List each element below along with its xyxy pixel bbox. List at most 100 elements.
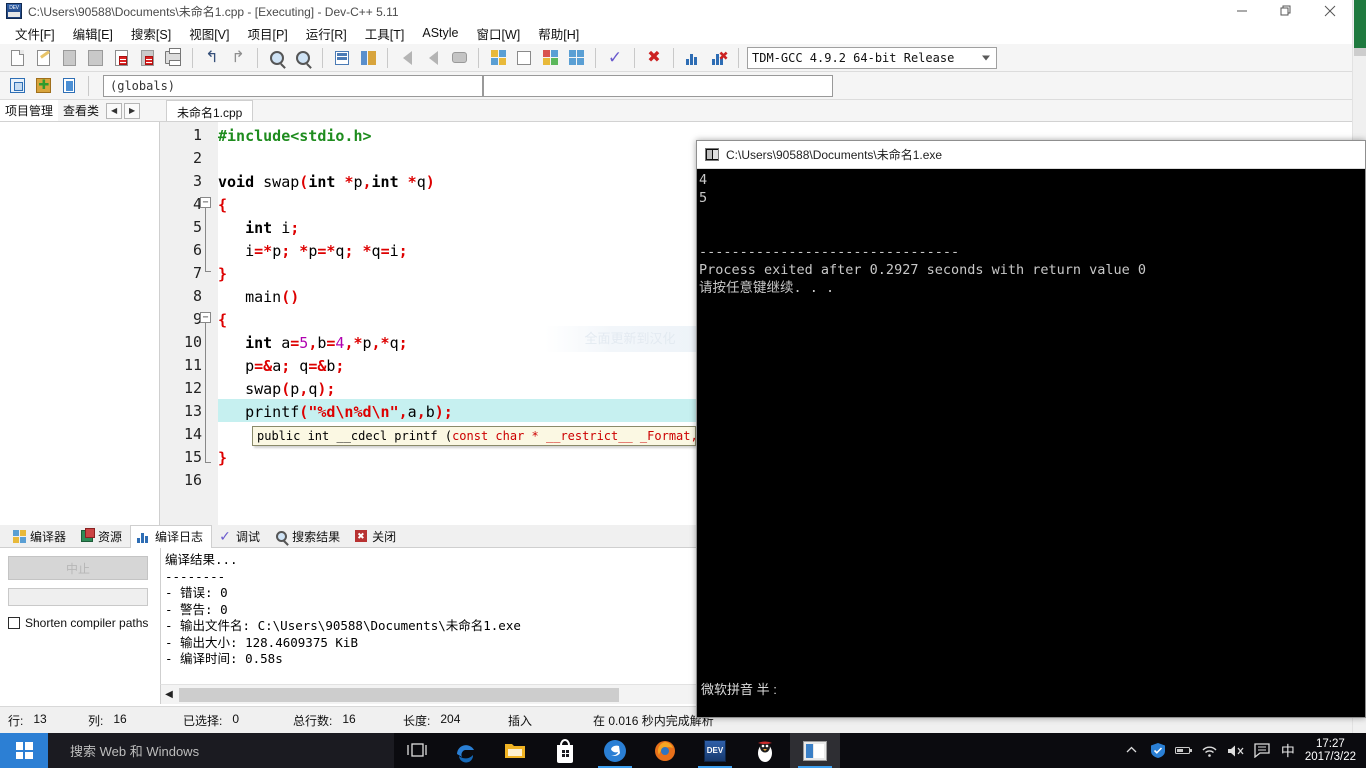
line-number: 16 [183, 471, 202, 489]
redo-icon[interactable]: ↱ [226, 46, 250, 70]
toolbar-separator [192, 47, 193, 68]
taskbar-clock[interactable]: 17:27 2017/3/22 [1301, 738, 1366, 764]
console-output[interactable]: 4 5 -------------------------------- Pro… [697, 169, 1365, 689]
code-line-4: { [218, 196, 228, 214]
tab-class-browser[interactable]: 查看类 [58, 100, 104, 121]
goto-line-icon[interactable] [330, 46, 354, 70]
menu-astyle[interactable]: AStyle [413, 24, 467, 42]
compiler-select-value: TDM-GCC 4.9.2 64-bit Release [752, 50, 955, 65]
tab-compiler[interactable]: 编译器 [6, 525, 74, 548]
tab-project-manager[interactable]: 项目管理 [0, 100, 59, 121]
rebuild-icon[interactable] [564, 46, 588, 70]
editor-watermark: 全面更新到汉化 [545, 326, 715, 352]
tooltip-prefix: public int __cdecl printf ( [257, 429, 453, 443]
scroll-left-arrow-icon[interactable]: ◀ [161, 686, 177, 704]
find-next-icon[interactable] [291, 46, 315, 70]
shorten-paths-row[interactable]: Shorten compiler paths [8, 616, 150, 630]
taskbar-explorer-icon[interactable] [490, 733, 540, 768]
fold-toggle-icon[interactable]: − [200, 197, 211, 208]
volume-mute-icon[interactable] [1223, 733, 1249, 768]
console-line: -------------------------------- [699, 244, 960, 260]
editor-tab-untitled1[interactable]: 未命名1.cpp [166, 100, 254, 121]
menu-view[interactable]: 视图[V] [180, 22, 238, 45]
taskbar-sogou-icon[interactable] [590, 733, 640, 768]
left-panel-prev-button[interactable]: ◀ [106, 102, 123, 119]
save-all-icon[interactable] [83, 46, 107, 70]
menu-run[interactable]: 运行[R] [297, 22, 356, 45]
step-forward-icon[interactable] [421, 46, 445, 70]
compile-run-icon[interactable] [538, 46, 562, 70]
devcpp-app-icon [6, 3, 22, 19]
menu-tools[interactable]: 工具[T] [356, 22, 414, 45]
maximize-restore-button[interactable] [1264, 0, 1308, 22]
remove-from-project-icon[interactable] [57, 74, 81, 98]
run-icon[interactable] [512, 46, 536, 70]
shorten-paths-checkbox[interactable] [8, 617, 20, 629]
syntax-check-icon[interactable]: ✓ [603, 46, 627, 70]
ime-chinese-icon[interactable]: 中 [1275, 733, 1301, 768]
taskbar-devcpp-icon[interactable]: DEV [690, 733, 740, 768]
menu-window[interactable]: 窗口[W] [468, 22, 530, 45]
print-icon[interactable] [161, 46, 185, 70]
scope-select[interactable]: (globals) [103, 74, 483, 97]
new-file-icon[interactable] [5, 46, 29, 70]
security-shield-icon[interactable] [1145, 733, 1171, 768]
battery-icon[interactable] [1171, 733, 1197, 768]
delete-icon[interactable]: ✖ [642, 46, 666, 70]
left-panel-next-button[interactable]: ▶ [124, 102, 141, 119]
menu-file[interactable]: 文件[F] [6, 22, 64, 45]
console-line: 4 [699, 172, 708, 188]
menu-project[interactable]: 项目[P] [238, 22, 296, 45]
stop-icon[interactable] [447, 46, 471, 70]
add-to-project-icon[interactable]: ✚ [31, 74, 55, 98]
open-file-icon[interactable] [31, 46, 55, 70]
toolbar-separator-3 [322, 47, 323, 68]
minimize-button[interactable] [1220, 0, 1264, 22]
abort-button[interactable]: 中止 [8, 556, 148, 580]
step-back-icon[interactable] [395, 46, 419, 70]
tab-close-panel[interactable]: ✖ 关闭 [348, 525, 404, 548]
save-file-icon[interactable] [57, 46, 81, 70]
console-window[interactable]: C:\Users\90588\Documents\未命名1.exe 4 5 --… [696, 140, 1366, 718]
secondary-combo[interactable] [483, 74, 833, 97]
tab-resources[interactable]: 资源 [74, 525, 130, 548]
close-button[interactable] [1308, 0, 1352, 22]
profile-icon[interactable] [681, 46, 705, 70]
taskbar-store-icon[interactable] [540, 733, 590, 768]
menu-help[interactable]: 帮助[H] [529, 22, 588, 45]
menu-search[interactable]: 搜索[S] [122, 22, 180, 45]
line-number: 6 [192, 241, 202, 259]
new-project-icon[interactable] [5, 74, 29, 98]
menu-edit[interactable]: 编辑[E] [64, 22, 122, 45]
find-icon[interactable] [265, 46, 289, 70]
debug-icon[interactable]: ✖ [707, 46, 731, 70]
scrollbar-thumb[interactable] [1354, 0, 1366, 48]
tab-debug[interactable]: ✓ 调试 [212, 525, 268, 548]
taskbar-devcpp-window-icon[interactable] [790, 733, 840, 768]
code-line-13: printf("%d\n%d\n",a,b); [245, 403, 453, 421]
compile-icon[interactable] [486, 46, 510, 70]
indent-icon[interactable] [356, 46, 380, 70]
line-number: 14 [183, 425, 202, 443]
start-button[interactable] [0, 733, 48, 768]
action-center-icon[interactable] [1249, 733, 1275, 768]
fold-toggle-icon-2[interactable]: − [200, 312, 211, 323]
taskbar-firefox-icon[interactable] [640, 733, 690, 768]
wifi-icon[interactable] [1197, 733, 1223, 768]
line-number: 13 [183, 402, 202, 420]
close-file-icon[interactable] [109, 46, 133, 70]
tab-compile-log[interactable]: 编译日志 [130, 524, 213, 548]
taskbar-search-input[interactable]: 搜索 Web 和 Windows [48, 733, 394, 768]
undo-icon[interactable]: ↰ [200, 46, 224, 70]
show-hidden-icons[interactable] [1119, 733, 1145, 768]
compiler-select[interactable]: TDM-GCC 4.9.2 64-bit Release [747, 46, 997, 69]
scrollbar-thumb-secondary[interactable] [1354, 48, 1366, 56]
taskbar-penguin-icon[interactable] [740, 733, 790, 768]
task-view-icon[interactable] [394, 733, 440, 768]
hscroll-thumb[interactable] [179, 687, 619, 702]
project-manager-panel[interactable] [0, 122, 160, 525]
close-all-icon[interactable] [135, 46, 159, 70]
tab-search-results[interactable]: 搜索结果 [268, 525, 348, 548]
taskbar-edge-icon[interactable] [440, 733, 490, 768]
